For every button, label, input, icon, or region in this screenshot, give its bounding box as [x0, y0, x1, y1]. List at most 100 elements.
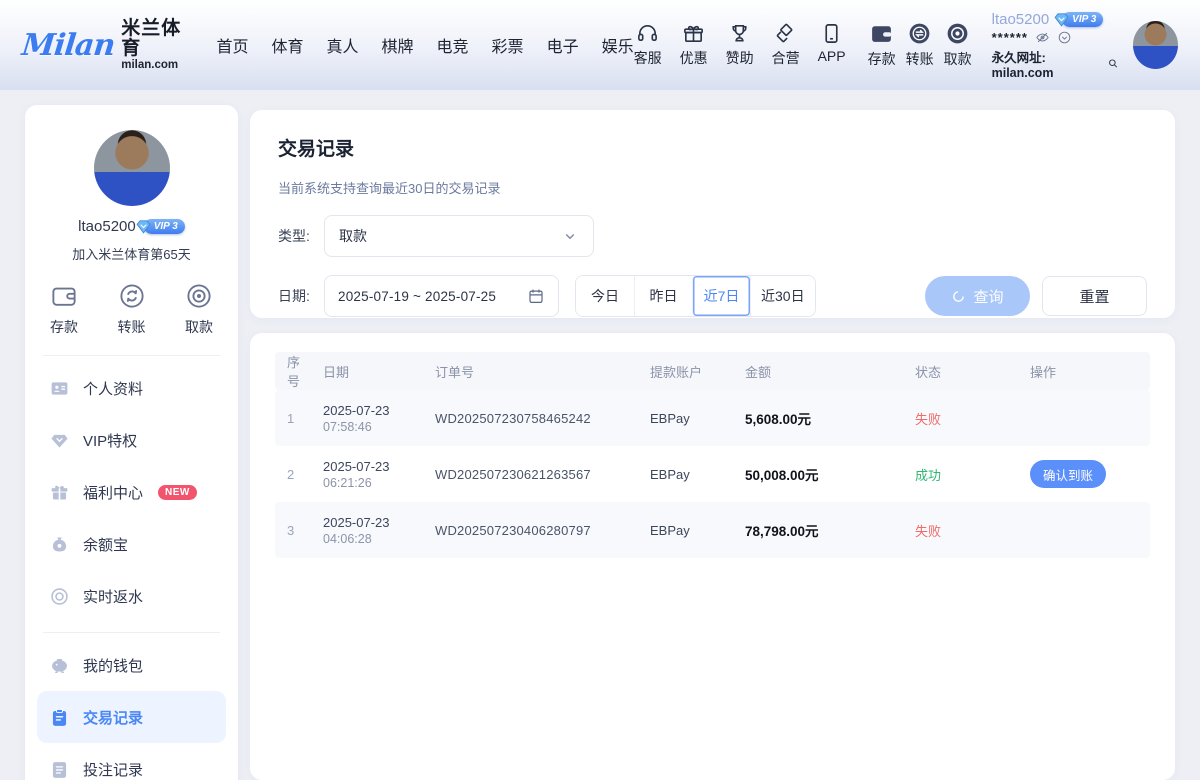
nav-item-sports[interactable]: 体育	[271, 33, 303, 57]
vip-diamond-icon	[135, 218, 152, 235]
transfer-label: 转账	[118, 317, 146, 337]
sidebar-item-label: 余额宝	[83, 534, 128, 555]
avatar[interactable]	[94, 130, 170, 206]
sidebar-menu-records: 我的钱包 交易记录 投注记录	[25, 639, 238, 780]
confirm-receipt-button[interactable]: 确认到账	[1030, 460, 1106, 488]
magnifier-icon[interactable]	[1107, 57, 1119, 70]
sidebar-item-rebate[interactable]: 实时返水	[37, 570, 226, 622]
preset-yesterday[interactable]: 昨日	[634, 276, 692, 316]
chevron-down-icon	[561, 227, 579, 245]
masked-balance: ******	[992, 30, 1028, 45]
table-row: 2 2025-07-23 06:21:26 WD2025072306212635…	[275, 446, 1150, 502]
date-filter-row: 日期: 2025-07-19 ~ 2025-07-25 今日 昨日 近7日 近3…	[278, 275, 1147, 317]
reset-button[interactable]: 重置	[1042, 276, 1147, 316]
top-header: Milan 米兰体育 milan.com 首页 体育 真人 棋牌 电竞 彩票 电…	[0, 0, 1200, 90]
deposit-button[interactable]: 存款	[49, 281, 79, 337]
sidebar-item-yuebao[interactable]: 余额宝	[37, 518, 226, 570]
col-date: 日期	[315, 362, 427, 381]
app-download-link[interactable]: APP	[818, 22, 846, 68]
sidebar-item-label: VIP特权	[83, 430, 137, 451]
preset-today[interactable]: 今日	[576, 276, 634, 316]
customer-service-link[interactable]: 客服	[634, 22, 662, 68]
date-range-input[interactable]: 2025-07-19 ~ 2025-07-25	[324, 275, 559, 317]
type-select-value: 取款	[339, 226, 367, 246]
deposit-link[interactable]: 存款	[868, 21, 896, 69]
row-index: 3	[275, 523, 315, 538]
page: Milan 米兰体育 milan.com 首页 体育 真人 棋牌 电竞 彩票 电…	[0, 0, 1200, 780]
sidebar-item-transactions[interactable]: 交易记录	[37, 691, 226, 743]
affiliate-label: 合营	[772, 48, 800, 68]
row-order-number: WD202507230758465242	[427, 411, 642, 426]
row-date: 2025-07-23 07:58:46	[315, 403, 427, 434]
type-select[interactable]: 取款	[324, 215, 594, 257]
transfer-button[interactable]: 转账	[117, 281, 147, 337]
table-header: 序号 日期 订单号 提款账户 金额 状态 操作	[275, 352, 1150, 390]
nav-item-home[interactable]: 首页	[216, 33, 248, 57]
page-subtitle: 当前系统支持查询最近30日的交易记录	[278, 178, 1147, 197]
avatar[interactable]	[1133, 21, 1178, 69]
status-badge: 失败	[907, 409, 1022, 428]
app-label: APP	[818, 48, 846, 64]
nav-item-slots[interactable]: 电子	[547, 33, 579, 57]
nav-item-live[interactable]: 真人	[327, 33, 359, 57]
status-badge: 失败	[907, 521, 1022, 540]
transfer-link[interactable]: 转账	[906, 21, 934, 69]
trophy-icon	[728, 22, 751, 45]
brand-logo[interactable]: Milan 米兰体育 milan.com	[22, 19, 190, 71]
transfer-outline-icon	[117, 281, 147, 311]
sidebar: ltao5200 VIP 3 加入米兰体育第65天 存款 转账 取款	[25, 105, 238, 780]
customer-service-label: 客服	[634, 48, 662, 68]
clipboard-icon	[49, 707, 70, 728]
spinner-icon	[951, 289, 966, 304]
row-date: 2025-07-23 06:21:26	[315, 459, 427, 490]
row-amount: 78,798.00元	[737, 520, 907, 540]
eye-slash-icon[interactable]	[1035, 30, 1050, 45]
row-date-day: 2025-07-23	[323, 515, 419, 530]
sidebar-item-bets[interactable]: 投注记录	[37, 743, 226, 780]
sponsorship-link[interactable]: 赞助	[726, 22, 754, 68]
date-range-value: 2025-07-19 ~ 2025-07-25	[338, 289, 496, 304]
transfer-label: 转账	[906, 49, 934, 69]
withdraw-link[interactable]: 取款	[944, 21, 972, 69]
promotions-label: 优惠	[680, 48, 708, 68]
username[interactable]: ltao5200	[992, 11, 1050, 28]
nav-item-chess[interactable]: 棋牌	[382, 33, 414, 57]
query-button-label: 查询	[973, 286, 1003, 307]
nav-item-esports[interactable]: 电竞	[437, 33, 469, 57]
col-amount: 金额	[737, 362, 907, 381]
promotions-link[interactable]: 优惠	[680, 22, 708, 68]
transfer-filled-icon	[907, 21, 932, 46]
sidebar-item-wallet[interactable]: 我的钱包	[37, 639, 226, 691]
sidebar-item-vip[interactable]: VIP特权	[37, 414, 226, 466]
divider	[43, 355, 220, 356]
query-button[interactable]: 查询	[925, 276, 1030, 316]
header-user-info: ltao5200 VIP 3 ****** 永久网址: milan.com	[992, 11, 1119, 80]
sidebar-item-label: 个人资料	[83, 378, 143, 399]
affiliate-link[interactable]: 合营	[772, 22, 800, 68]
vip-diamond-icon	[1053, 11, 1070, 28]
row-amount: 50,008.00元	[737, 464, 907, 484]
preset-last30days[interactable]: 近30日	[750, 276, 815, 316]
gift-icon	[49, 482, 70, 503]
withdraw-button[interactable]: 取款	[184, 281, 214, 337]
brand-domain: milan.com	[121, 59, 190, 71]
withdraw-filled-icon	[945, 21, 970, 46]
piggy-bank-icon	[49, 655, 70, 676]
transactions-table-card: 序号 日期 订单号 提款账户 金额 状态 操作 1 2025-07-23 07:…	[250, 333, 1175, 780]
chevron-circle-icon[interactable]	[1057, 30, 1072, 45]
phone-icon	[820, 22, 843, 45]
sidebar-item-welfare[interactable]: 福利中心 NEW	[37, 466, 226, 518]
type-label: 类型:	[278, 226, 324, 246]
filter-card: 交易记录 当前系统支持查询最近30日的交易记录 类型: 取款 日期: 2025-…	[250, 110, 1175, 318]
page-title: 交易记录	[278, 134, 1147, 161]
nav-item-casino[interactable]: 娱乐	[602, 33, 634, 57]
sidebar-item-profile[interactable]: 个人资料	[37, 362, 226, 414]
header-wallet-links: 存款 转账 取款	[868, 21, 972, 69]
nav-item-lottery[interactable]: 彩票	[492, 33, 524, 57]
gift-icon	[682, 22, 705, 45]
diamond-icon	[49, 430, 70, 451]
col-index: 序号	[275, 352, 315, 390]
col-order: 订单号	[427, 362, 642, 381]
col-action: 操作	[1022, 362, 1150, 381]
preset-last7days[interactable]: 近7日	[692, 276, 750, 316]
